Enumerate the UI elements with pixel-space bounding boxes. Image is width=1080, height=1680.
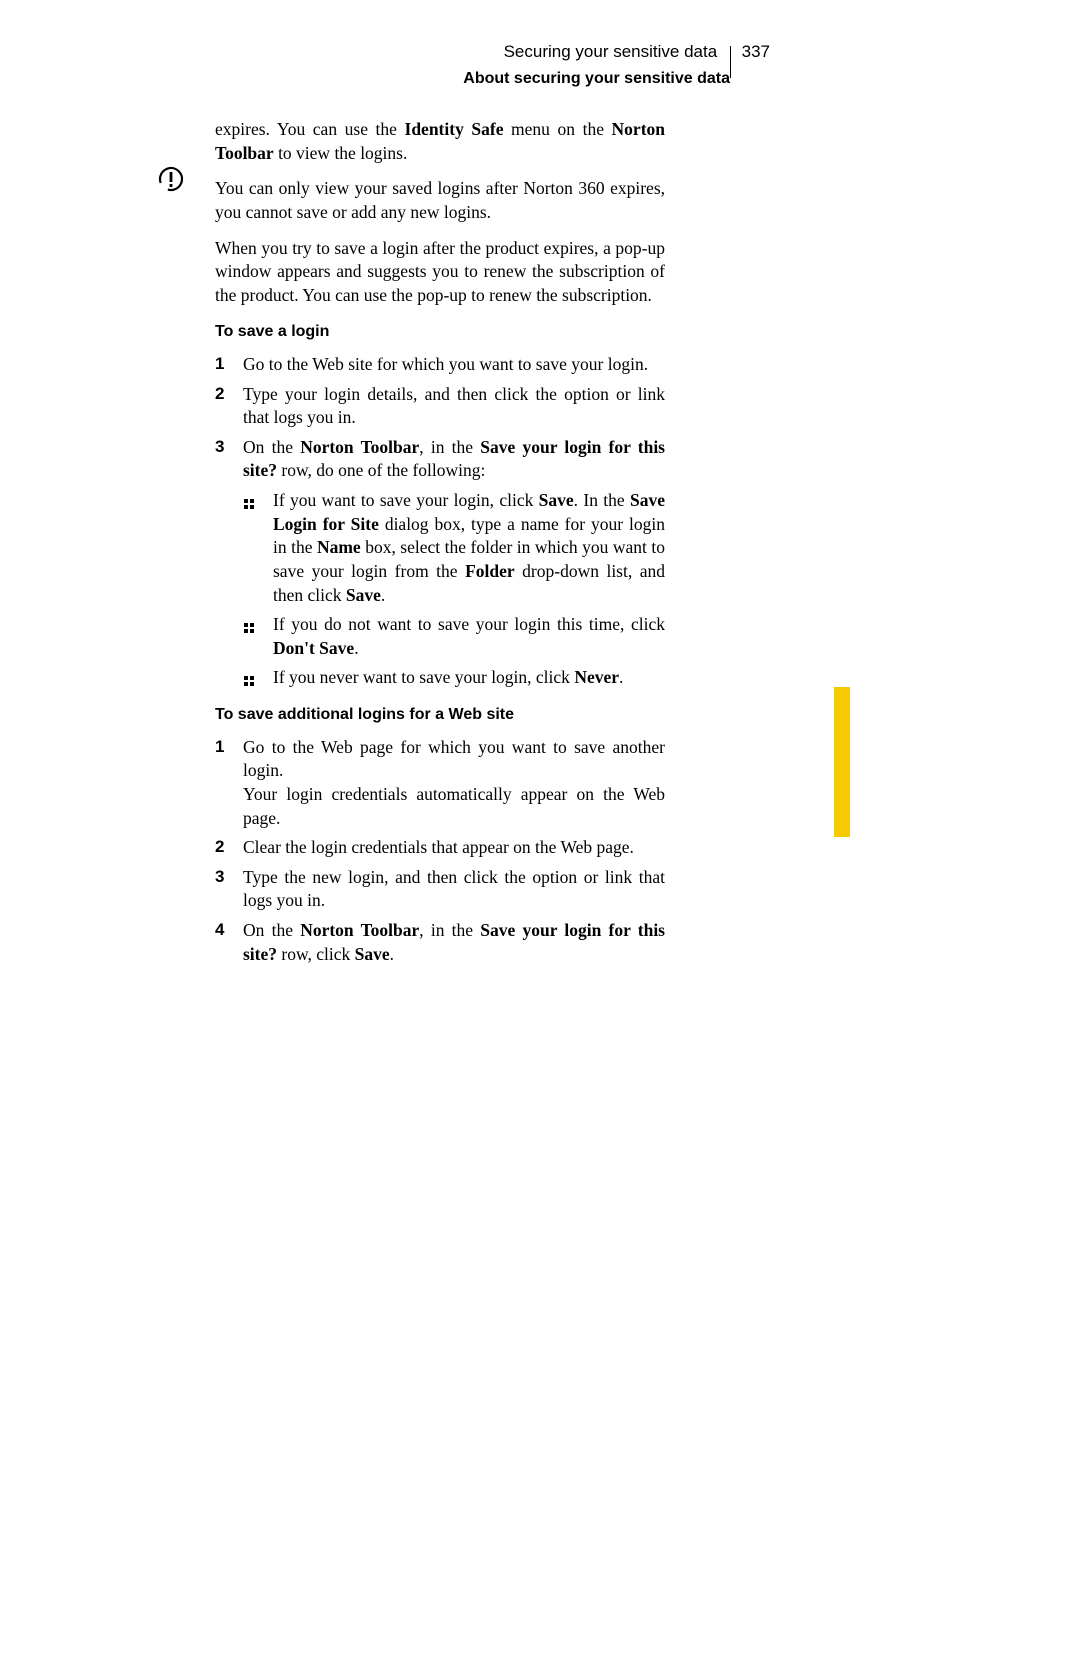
save-term: Save — [355, 944, 390, 964]
sub-bullet-list: If you want to save your login, click Sa… — [243, 489, 665, 690]
identity-safe-term: Identity Safe — [405, 119, 504, 139]
intro-paragraph-1: expires. You can use the Identity Safe m… — [215, 118, 665, 165]
page-number: 337 — [742, 42, 770, 62]
step-item: On the Norton Toolbar, in the Save your … — [215, 919, 665, 966]
step-item: Clear the login credentials that appear … — [215, 836, 665, 860]
heading-additional-logins: To save additional logins for a Web site — [215, 704, 665, 726]
list-item: If you want to save your login, click Sa… — [243, 489, 665, 607]
document-page: Securing your sensitive data 337 About s… — [0, 0, 850, 1322]
text: . — [390, 944, 394, 964]
heading-save-login: To save a login — [215, 321, 665, 343]
step-text: Go to the Web page for which you want to… — [243, 737, 665, 781]
text: expires. You can use the — [215, 119, 405, 139]
norton-toolbar-term: Norton Toolbar — [300, 437, 419, 457]
text: row, do one of the following: — [277, 460, 485, 480]
text: If you want to save your login, click — [273, 490, 539, 510]
header-separator — [730, 46, 731, 78]
header-top-line: Securing your sensitive data 337 — [463, 36, 770, 68]
text: On the — [243, 437, 300, 457]
step-item: Go to the Web page for which you want to… — [215, 736, 665, 831]
dont-save-term: Don't Save — [273, 638, 354, 658]
square-bullet-icon — [243, 493, 255, 517]
step-item: Type your login details, and then click … — [215, 383, 665, 430]
step-text: Type the new login, and then click the o… — [243, 867, 665, 911]
body-content: expires. You can use the Identity Safe m… — [215, 118, 665, 972]
step-item: Go to the Web site for which you want to… — [215, 353, 665, 377]
step-text: Your login credentials automatically app… — [243, 784, 665, 828]
steps-save-login: Go to the Web site for which you want to… — [215, 353, 665, 690]
chapter-title: Securing your sensitive data — [504, 42, 718, 62]
square-bullet-icon — [243, 617, 255, 641]
never-term: Never — [574, 667, 619, 687]
list-item: If you never want to save your login, cl… — [243, 666, 665, 690]
text: On the — [243, 920, 300, 940]
square-bullet-icon — [243, 670, 255, 694]
warning-icon — [158, 166, 184, 197]
section-title: About securing your sensitive data — [463, 70, 770, 88]
step-text: Go to the Web site for which you want to… — [243, 354, 648, 374]
text: . — [381, 585, 385, 605]
text: . In the — [574, 490, 630, 510]
step-item: Type the new login, and then click the o… — [215, 866, 665, 913]
text: , in the — [419, 437, 480, 457]
page-header: Securing your sensitive data 337 About s… — [463, 36, 770, 88]
step-item: On the Norton Toolbar, in the Save your … — [215, 436, 665, 690]
warning-paragraph: You can only view your saved logins afte… — [215, 177, 665, 224]
text: menu on the — [503, 119, 611, 139]
folder-dropdown-term: Folder — [465, 561, 515, 581]
save-term: Save — [346, 585, 381, 605]
text: If you never want to save your login, cl… — [273, 667, 574, 687]
text: If you do not want to save your login th… — [273, 614, 665, 634]
intro-paragraph-2: When you try to save a login after the p… — [215, 237, 665, 308]
name-box-term: Name — [317, 537, 361, 557]
norton-toolbar-term: Norton Toolbar — [300, 920, 419, 940]
text: , in the — [419, 920, 480, 940]
text: . — [619, 667, 623, 687]
steps-additional-logins: Go to the Web page for which you want to… — [215, 736, 665, 967]
step-text: Type your login details, and then click … — [243, 384, 665, 428]
text: to view the logins. — [274, 143, 408, 163]
step-text: Clear the login credentials that appear … — [243, 837, 634, 857]
section-tab-marker — [834, 687, 850, 837]
text: row, click — [277, 944, 355, 964]
text: . — [354, 638, 358, 658]
save-term: Save — [539, 490, 574, 510]
list-item: If you do not want to save your login th… — [243, 613, 665, 660]
